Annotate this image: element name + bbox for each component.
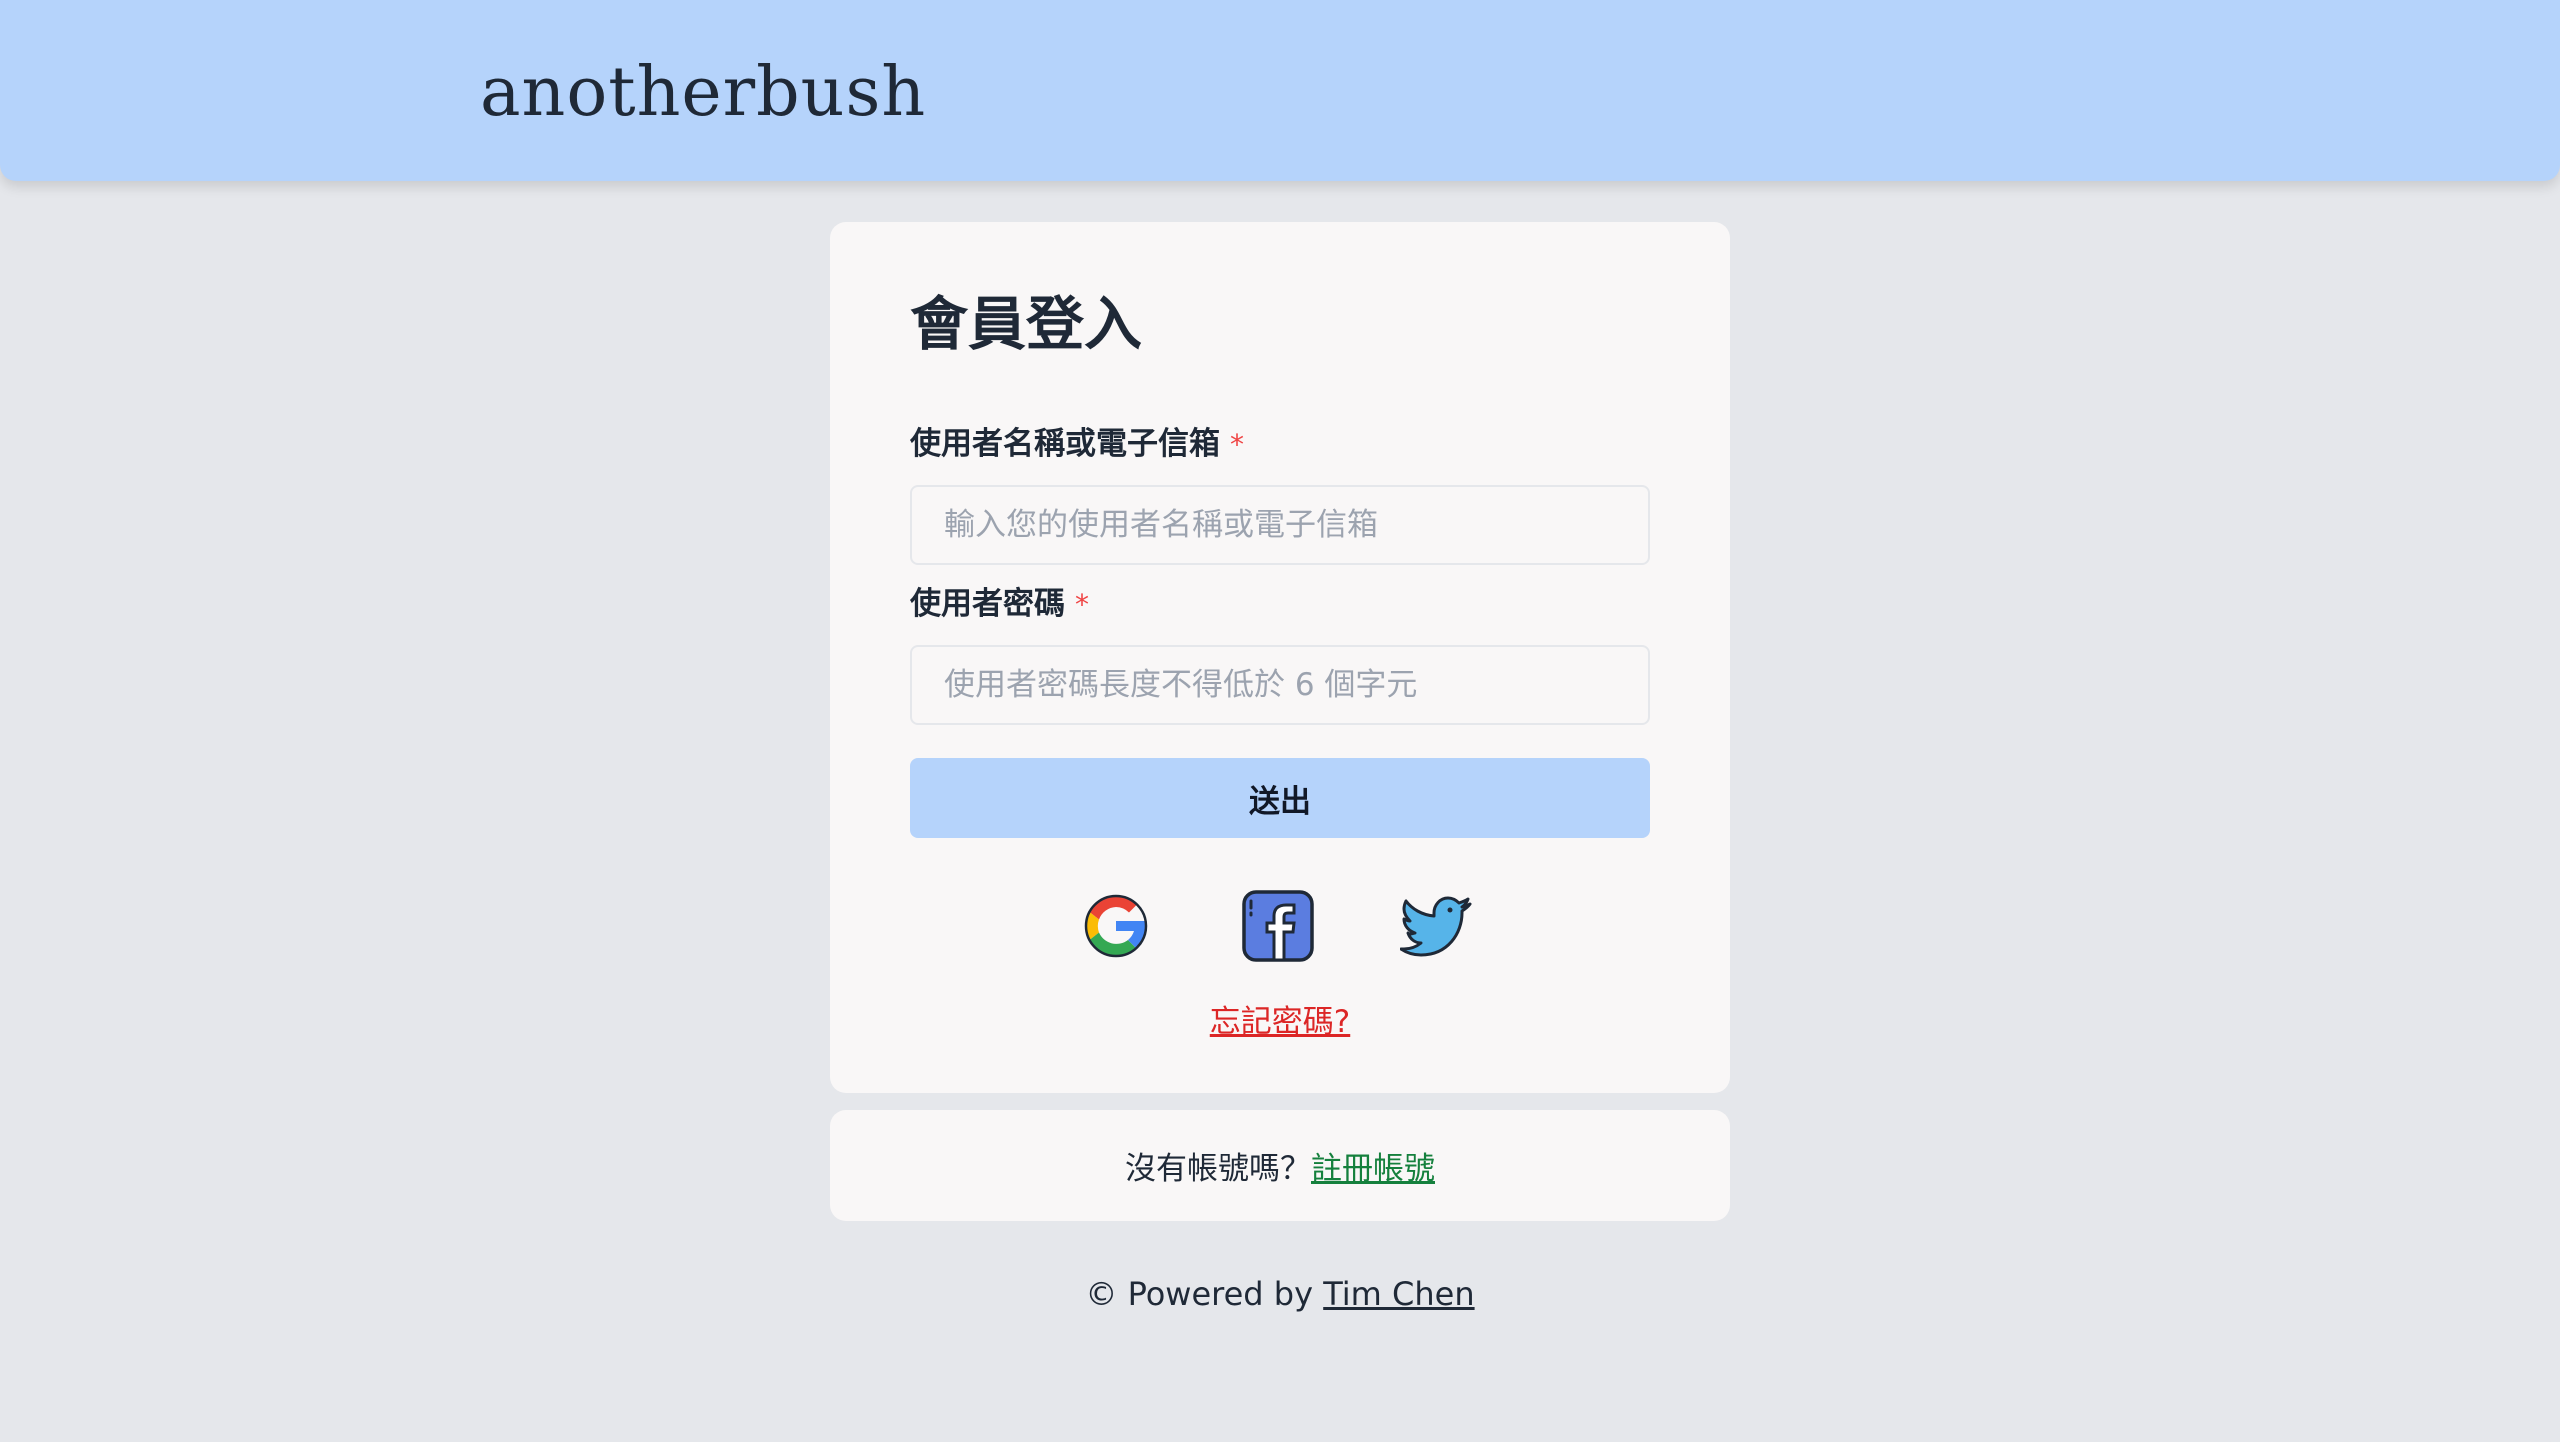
password-label-text: 使用者密碼 [910, 586, 1065, 622]
footer: © Powered by Tim Chen [0, 1272, 2560, 1316]
username-label: 使用者名稱或電子信箱 * [910, 422, 1244, 467]
submit-button[interactable]: 送出 [910, 758, 1650, 838]
password-label: 使用者密碼 * [910, 582, 1089, 627]
google-login-button[interactable] [1078, 888, 1154, 964]
twitter-icon [1399, 896, 1472, 957]
site-header: anotherbush [0, 0, 2560, 181]
powered-by-text: © Powered by [1085, 1275, 1324, 1313]
register-prompt: 沒有帳號嗎？ [1125, 1151, 1311, 1187]
forgot-password-wrapper: 忘記密碼? [830, 1000, 1730, 1044]
author-link[interactable]: Tim Chen [1323, 1275, 1474, 1313]
required-mark: * [1230, 428, 1244, 461]
password-input[interactable] [910, 645, 1650, 725]
login-card: 會員登入 使用者名稱或電子信箱 * 使用者密碼 * 送出 忘記密碼? [830, 222, 1730, 1093]
required-mark: * [1075, 588, 1089, 621]
forgot-password-link[interactable]: 忘記密碼? [1210, 1004, 1350, 1040]
twitter-login-button[interactable] [1399, 888, 1476, 964]
username-input[interactable] [910, 485, 1650, 565]
facebook-icon [1242, 890, 1314, 962]
page-title: 會員登入 [910, 290, 1143, 358]
brand-logo[interactable]: anotherbush [480, 48, 926, 138]
facebook-login-button[interactable] [1240, 888, 1316, 964]
username-label-text: 使用者名稱或電子信箱 [910, 426, 1220, 462]
register-link[interactable]: 註冊帳號 [1311, 1143, 1435, 1188]
register-card: 沒有帳號嗎？ 註冊帳號 [830, 1110, 1730, 1221]
google-icon [1084, 894, 1148, 958]
